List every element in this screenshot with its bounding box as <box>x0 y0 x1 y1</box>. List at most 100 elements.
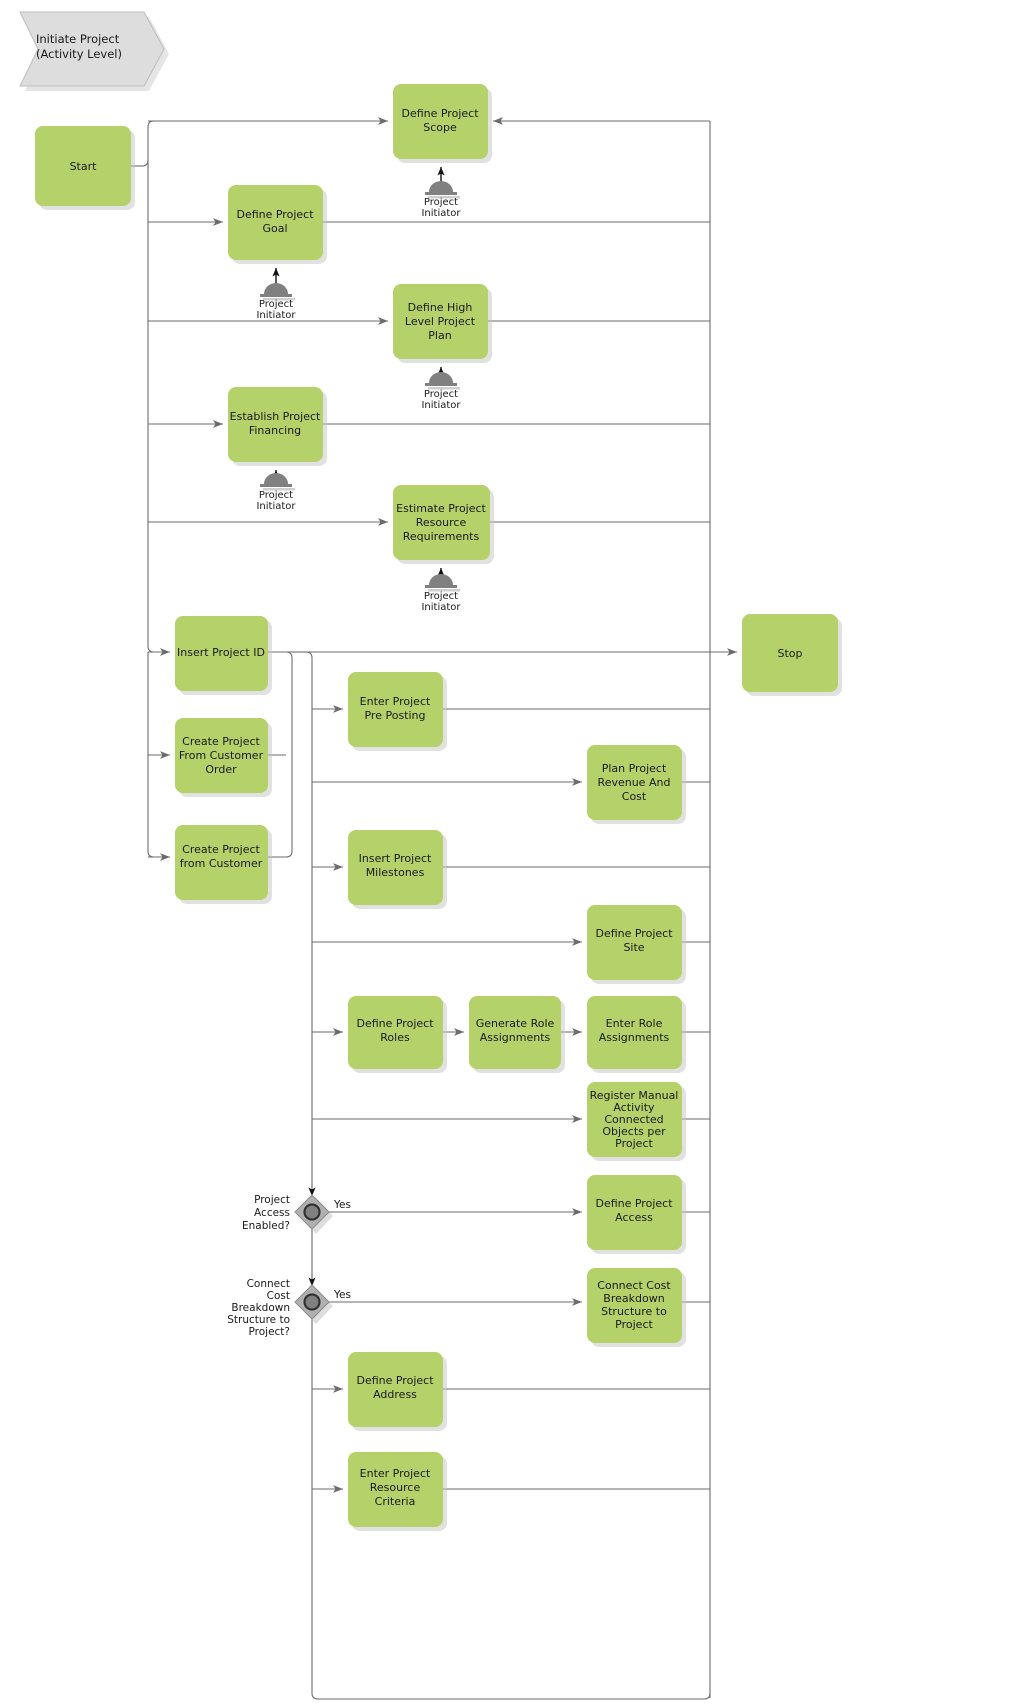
node-insert-project-milestones-line-1: Insert Project <box>359 852 432 865</box>
node-define-high-level-project-plan[interactable]: Define High Level Project Plan <box>393 284 492 363</box>
node-create-project-from-customer-order-line-1: Create Project <box>182 735 260 748</box>
node-define-project-access-line-2: Access <box>615 1211 653 1224</box>
actor-base-icon <box>425 192 457 195</box>
actor-project-initiator-plan[interactable]: Project Initiator <box>421 367 461 411</box>
node-define-project-address-line-2: Address <box>373 1388 417 1401</box>
node-enter-project-pre-posting[interactable]: Enter Project Pre Posting <box>348 672 447 751</box>
node-insert-project-milestones[interactable]: Insert Project Milestones <box>348 830 447 909</box>
node-create-project-from-customer-line-2: from Customer <box>180 857 263 870</box>
actor-dome-icon <box>264 473 288 484</box>
node-connect-cost-breakdown-structure-to-project[interactable]: Connect Cost Breakdown Structure to Proj… <box>587 1268 686 1347</box>
node-define-project-scope-line-1: Define Project <box>401 107 479 120</box>
node-connect-cbs-line-1: Connect Cost <box>597 1279 671 1292</box>
actor-project-initiator-financing[interactable]: Project Initiator <box>256 470 296 512</box>
node-define-project-goal[interactable]: Define Project Goal <box>228 185 327 264</box>
node-create-project-from-customer-order-line-2: From Customer <box>179 749 264 762</box>
node-define-project-goal-line-1: Define Project <box>236 208 314 221</box>
actor-label-line-2: Initiator <box>421 400 461 411</box>
node-define-project-address-line-1: Define Project <box>356 1374 434 1387</box>
node-define-project-scope-line-2: Scope <box>423 121 457 134</box>
node-insert-project-id-label: Insert Project ID <box>177 646 265 659</box>
decision-2-label-line-4: Structure to <box>227 1314 290 1326</box>
actor-project-initiator-resource[interactable]: Project Initiator <box>421 568 461 613</box>
node-define-project-site[interactable]: Define Project Site <box>587 905 686 984</box>
actor-label-line-1: Project <box>259 299 293 310</box>
node-define-project-access[interactable]: Define Project Access <box>587 1175 686 1254</box>
actor-label-line-2: Initiator <box>421 602 461 613</box>
decision-circle-icon <box>303 1203 321 1221</box>
node-define-project-address[interactable]: Define Project Address <box>348 1352 447 1431</box>
node-define-project-access-line-1: Define Project <box>595 1197 673 1210</box>
node-define-project-site-line-2: Site <box>623 941 644 954</box>
decision-1-label-line-1: Project <box>254 1194 290 1206</box>
actor-base-icon <box>260 484 292 487</box>
node-define-project-roles-line-1: Define Project <box>356 1017 434 1030</box>
decision-nodes: Project Access Enabled? Yes Connect Cost… <box>227 1194 351 1338</box>
node-estimate-project-resource-requirements-line-1: Estimate Project <box>396 502 486 515</box>
actor-dome-icon <box>429 372 453 383</box>
actor-project-initiator-goal[interactable]: Project Initiator <box>256 268 296 321</box>
decision-1-guard-yes: Yes <box>333 1199 351 1211</box>
node-define-high-level-project-plan-line-3: Plan <box>428 329 451 342</box>
actor-label-line-2: Initiator <box>256 501 296 512</box>
diagram-title-line-1: Initiate Project <box>36 32 120 46</box>
node-generate-role-assignments-line-1: Generate Role <box>476 1017 555 1030</box>
node-estimate-project-resource-requirements[interactable]: Estimate Project Resource Requirements <box>393 485 494 564</box>
actor-label-line-1: Project <box>424 389 458 400</box>
activity-diagram: Initiate Project (Activity Level) Start … <box>19 11 842 1700</box>
node-generate-role-assignments[interactable]: Generate Role Assignments <box>469 996 565 1073</box>
node-define-project-goal-line-2: Goal <box>262 222 287 235</box>
actor-label-line-2: Initiator <box>421 208 461 219</box>
actor-project-initiator-scope[interactable]: Project Initiator <box>421 167 461 219</box>
decision-2-label-line-3: Breakdown <box>231 1302 290 1314</box>
node-plan-project-revenue-and-cost-line-2: Revenue And <box>598 776 671 789</box>
node-define-high-level-project-plan-line-2: Level Project <box>405 315 476 328</box>
node-enter-project-resource-criteria-line-2: Resource <box>370 1481 421 1494</box>
node-create-project-from-customer-order-line-3: Order <box>205 763 237 776</box>
node-create-project-from-customer-order[interactable]: Create Project From Customer Order <box>175 718 272 797</box>
node-define-high-level-project-plan-line-1: Define High <box>408 301 473 314</box>
actor-base-icon <box>260 294 292 297</box>
diagram-title-line-2: (Activity Level) <box>36 47 122 61</box>
decision-2-label-line-2: Cost <box>267 1290 290 1302</box>
node-plan-project-revenue-and-cost-line-1: Plan Project <box>602 762 667 775</box>
node-register-manual-activity-connected-objects-per-project[interactable]: Register Manual Activity Connected Objec… <box>587 1082 686 1161</box>
node-define-project-roles-line-2: Roles <box>380 1031 410 1044</box>
node-stop[interactable]: Stop <box>742 614 842 696</box>
actor-dome-icon <box>264 283 288 294</box>
node-connect-cbs-line-3: Structure to <box>601 1305 667 1318</box>
node-insert-project-milestones-line-2: Milestones <box>366 866 425 879</box>
actor-label-line-1: Project <box>424 197 458 208</box>
node-establish-project-financing-line-2: Financing <box>249 424 301 437</box>
decision-connect-cost-breakdown-structure[interactable]: Connect Cost Breakdown Structure to Proj… <box>227 1278 351 1338</box>
diagram-title-banner: Initiate Project (Activity Level) <box>19 11 169 91</box>
node-define-project-roles[interactable]: Define Project Roles <box>348 996 447 1073</box>
node-enter-role-assignments-line-1: Enter Role <box>606 1017 663 1030</box>
node-generate-role-assignments-line-2: Assignments <box>480 1031 551 1044</box>
node-define-project-site-line-1: Define Project <box>595 927 673 940</box>
actor-label-line-1: Project <box>259 490 293 501</box>
node-start[interactable]: Start <box>35 126 135 210</box>
node-enter-project-pre-posting-line-1: Enter Project <box>360 695 431 708</box>
node-plan-project-revenue-and-cost[interactable]: Plan Project Revenue And Cost <box>587 745 686 824</box>
actor-base-icon <box>425 585 457 588</box>
node-enter-role-assignments[interactable]: Enter Role Assignments <box>587 996 686 1073</box>
node-enter-project-pre-posting-line-2: Pre Posting <box>364 709 425 722</box>
decision-project-access-enabled[interactable]: Project Access Enabled? Yes <box>242 1194 351 1234</box>
node-estimate-project-resource-requirements-line-3: Requirements <box>403 530 480 543</box>
node-stop-label: Stop <box>777 647 802 660</box>
diagram-canvas: Initiate Project (Activity Level) Start … <box>0 0 1036 1708</box>
actor-label-line-2: Initiator <box>256 310 296 321</box>
node-plan-project-revenue-and-cost-line-3: Cost <box>622 790 647 803</box>
node-establish-project-financing[interactable]: Establish Project Financing <box>228 387 327 466</box>
actor-dome-icon <box>429 181 453 192</box>
decision-circle-icon <box>303 1293 321 1311</box>
node-define-project-scope[interactable]: Define Project Scope <box>393 84 492 163</box>
node-create-project-from-customer[interactable]: Create Project from Customer <box>175 825 272 904</box>
node-enter-project-resource-criteria-line-1: Enter Project <box>360 1467 431 1480</box>
node-enter-project-resource-criteria[interactable]: Enter Project Resource Criteria <box>348 1452 447 1531</box>
activity-nodes: Start Stop Define Project Scope Define P… <box>35 84 842 1531</box>
node-insert-project-id[interactable]: Insert Project ID <box>175 616 272 695</box>
decision-2-label-line-1: Connect <box>247 1278 290 1290</box>
node-estimate-project-resource-requirements-line-2: Resource <box>416 516 467 529</box>
